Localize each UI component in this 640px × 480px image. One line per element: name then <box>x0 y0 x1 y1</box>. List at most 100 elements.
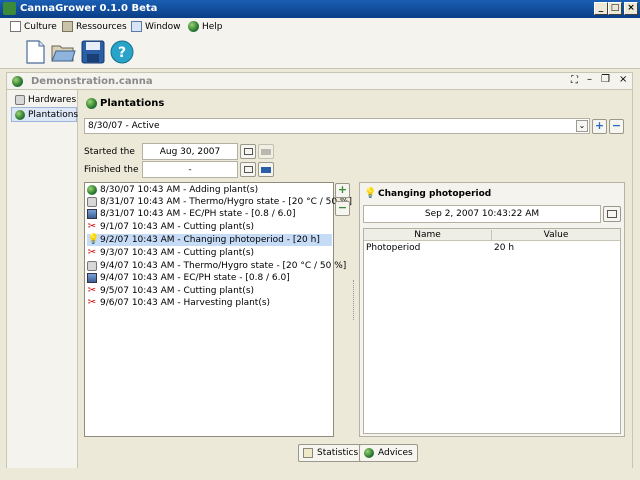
menu-ressources[interactable]: Ressources <box>62 20 127 33</box>
new-file-button[interactable] <box>22 39 48 65</box>
globe-icon <box>86 98 97 109</box>
window-icon <box>131 21 142 32</box>
table-cell: Photoperiod <box>366 243 421 253</box>
plus-icon: + <box>594 119 605 132</box>
clear-icon <box>261 167 271 173</box>
globe-icon <box>188 21 199 32</box>
list-item[interactable]: 💡 9/2/07 10:43 AM - Changing photoperiod… <box>87 234 332 246</box>
statistics-label: Statistics <box>317 448 359 458</box>
panel-heading: Plantations <box>100 98 165 109</box>
table-row[interactable]: Photoperiod 20 h <box>364 242 620 254</box>
maximize-button[interactable]: □ <box>608 2 622 15</box>
sidebar-item-plantations[interactable]: Plantations <box>11 107 79 122</box>
column-header-name: Name <box>364 230 492 240</box>
plantation-select[interactable]: 8/30/07 - Active ⌄ <box>84 118 590 134</box>
ph-meter-icon <box>87 273 97 283</box>
calendar-button[interactable] <box>240 144 256 159</box>
calendar-button[interactable] <box>240 162 256 177</box>
event-text: 9/3/07 10:43 AM - Cutting plant(s) <box>100 248 255 258</box>
ph-meter-icon <box>87 209 97 219</box>
list-item[interactable]: 8/31/07 10:43 AM - EC/PH state - [0.8 / … <box>87 208 295 220</box>
clear-finished-button[interactable] <box>258 162 274 177</box>
minimize-doc-button[interactable]: – <box>587 74 592 85</box>
splitter-handle[interactable] <box>353 280 355 320</box>
close-doc-button[interactable]: × <box>619 74 627 85</box>
scissors-icon: ✂ <box>87 285 97 296</box>
remove-event-button[interactable]: − <box>335 201 350 216</box>
close-button[interactable]: × <box>624 2 638 15</box>
started-date-field[interactable]: Aug 30, 2007 <box>142 143 238 160</box>
save-button[interactable] <box>80 39 106 65</box>
calendar-button[interactable] <box>603 206 621 222</box>
globe-icon <box>364 448 374 458</box>
started-date-value: Aug 30, 2007 <box>159 147 221 157</box>
minimize-button[interactable]: _ <box>594 2 608 15</box>
document-header: Demonstration.canna ⛶ – ❐ × <box>6 72 633 90</box>
calendar-icon <box>607 210 617 218</box>
events-list[interactable]: 8/30/07 10:43 AM - Adding plant(s) 8/31/… <box>84 182 352 437</box>
hardware-icon <box>15 94 25 105</box>
list-item[interactable]: ✂ 9/5/07 10:43 AM - Cutting plant(s) <box>87 285 254 297</box>
title-bar: CannaGrower 0.1.0 Beta _ □ × <box>0 0 640 18</box>
main-panel: Plantations 8/30/07 - Active ⌄ + − Start… <box>78 90 633 468</box>
plantation-select-value: 8/30/07 - Active <box>88 121 160 131</box>
statistics-icon <box>303 448 313 458</box>
sidebar-item-label: Hardwares <box>28 94 77 105</box>
restore-doc-button[interactable]: ❐ <box>601 74 610 85</box>
list-item[interactable]: ✂ 9/1/07 10:43 AM - Cutting plant(s) <box>87 221 254 233</box>
event-detail-panel: 💡 Changing photoperiod Sep 2, 2007 10:43… <box>359 182 625 437</box>
add-plantation-button[interactable]: + <box>592 119 607 134</box>
scissors-icon: ✂ <box>87 221 97 232</box>
list-item[interactable]: ✂ 9/3/07 10:43 AM - Cutting plant(s) <box>87 247 254 259</box>
sidebar-item-hardwares[interactable]: Hardwares <box>11 92 77 107</box>
menu-label: Window <box>145 21 181 32</box>
scissors-icon: ✂ <box>87 297 97 308</box>
lightbulb-icon: 💡 <box>364 188 377 199</box>
thermometer-icon <box>87 261 97 271</box>
add-event-button[interactable]: + <box>335 183 350 198</box>
statistics-button[interactable]: Statistics <box>298 444 364 462</box>
event-text: 8/30/07 10:43 AM - Adding plant(s) <box>100 185 259 195</box>
list-item[interactable]: 8/30/07 10:43 AM - Adding plant(s) <box>87 184 258 196</box>
svg-text:?: ? <box>118 45 126 61</box>
list-item[interactable]: 9/4/07 10:43 AM - Thermo/Hygro state - [… <box>87 260 346 272</box>
calendar-icon <box>243 148 253 155</box>
event-text: 9/2/07 10:43 AM - Changing photoperiod -… <box>100 235 320 245</box>
list-item[interactable]: 9/4/07 10:43 AM - EC/PH state - [0.8 / 6… <box>87 272 290 284</box>
plus-icon: + <box>337 183 348 196</box>
open-folder-icon <box>51 45 76 62</box>
sidebar: Hardwares Plantations <box>6 90 78 468</box>
window-title: CannaGrower 0.1.0 Beta <box>20 3 158 14</box>
calendar-icon <box>243 166 253 173</box>
menu-label: Ressources <box>76 21 127 32</box>
detail-title: Changing photoperiod <box>378 189 492 199</box>
chevron-down-icon[interactable]: ⌄ <box>576 120 588 132</box>
globe-icon <box>87 185 97 195</box>
column-header-value: Value <box>543 230 569 240</box>
event-text: 9/1/07 10:43 AM - Cutting plant(s) <box>100 222 255 232</box>
help-button[interactable]: ? <box>109 39 135 65</box>
folder-icon <box>62 21 73 32</box>
event-date-field[interactable]: Sep 2, 2007 10:43:22 AM <box>363 205 601 223</box>
event-text: 9/4/07 10:43 AM - Thermo/Hygro state - [… <box>100 261 347 271</box>
expand-icon[interactable]: ⛶ <box>571 75 578 86</box>
menu-help[interactable]: Help <box>188 20 223 33</box>
event-text: 8/31/07 10:43 AM - EC/PH state - [0.8 / … <box>100 209 296 219</box>
file-icon <box>10 21 21 32</box>
menu-culture[interactable]: Culture <box>10 20 57 33</box>
advices-button[interactable]: Advices <box>359 444 418 462</box>
event-date-value: Sep 2, 2007 10:43:22 AM <box>424 209 540 219</box>
properties-table: Name Value Photoperiod 20 h <box>363 228 621 434</box>
started-label: Started the <box>84 147 135 157</box>
sidebar-item-label: Plantations <box>28 109 79 120</box>
menu-window[interactable]: Window <box>131 20 181 33</box>
finished-date-field[interactable]: - <box>142 161 238 178</box>
open-folder-button[interactable] <box>50 39 76 65</box>
document-title: Demonstration.canna <box>31 76 153 87</box>
list-item[interactable]: ✂ 9/6/07 10:43 AM - Harvesting plant(s) <box>87 297 270 309</box>
remove-plantation-button[interactable]: − <box>609 119 624 134</box>
new-file-icon <box>26 40 45 64</box>
clear-started-button[interactable] <box>258 144 274 159</box>
list-item[interactable]: 8/31/07 10:43 AM - Thermo/Hygro state - … <box>87 196 352 208</box>
menu-label: Help <box>202 21 223 32</box>
